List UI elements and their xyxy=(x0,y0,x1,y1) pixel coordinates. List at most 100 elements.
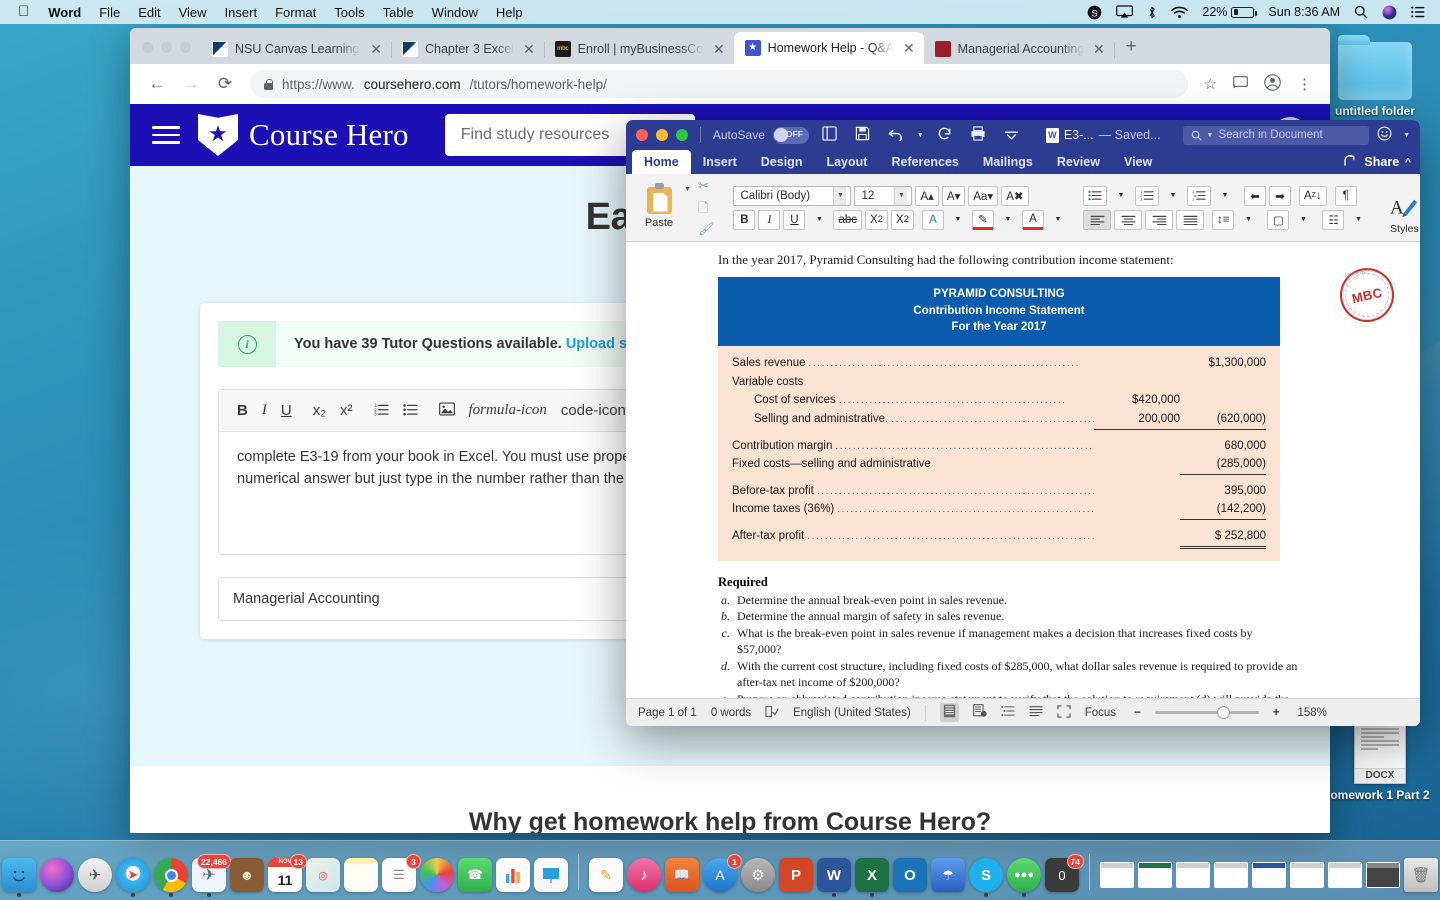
font-name-select[interactable]: Calibri (Body) ▼ xyxy=(733,185,852,206)
superscript-button[interactable]: x² xyxy=(340,402,353,419)
dock-item-calendar[interactable]: NOV 11 13 xyxy=(268,854,307,892)
back-button[interactable]: ← xyxy=(142,69,172,99)
word-count-label[interactable]: 0 words xyxy=(711,707,751,719)
menu-item-edit[interactable]: Edit xyxy=(129,5,169,20)
borders-button[interactable]: ☷ xyxy=(1322,209,1345,230)
share-icon[interactable] xyxy=(1344,154,1358,170)
menu-item-tools[interactable]: Tools xyxy=(325,5,373,20)
focus-mode-icon[interactable] xyxy=(1057,704,1071,721)
minimized-window-8[interactable] xyxy=(1366,862,1400,888)
multilevel-list-button[interactable]: 1a1 xyxy=(1187,185,1211,206)
dock-item-finder[interactable] xyxy=(2,858,36,897)
browser-tab-homework-help[interactable]: Homework Help - Q&A fr ✕ xyxy=(733,32,924,64)
dock-item-messages[interactable]: ●●● xyxy=(1007,858,1041,897)
dock-item-contacts[interactable]: ☻ xyxy=(230,858,264,892)
multilevel-dropdown-icon[interactable]: ▼ xyxy=(1214,186,1236,206)
line-spacing-button[interactable]: ↕≡ xyxy=(1212,209,1235,230)
search-in-document-input[interactable]: ▼ Search in Document xyxy=(1182,125,1370,145)
close-icon[interactable]: ✕ xyxy=(1091,42,1107,56)
dock-item-outlook[interactable]: O xyxy=(893,858,927,892)
tab-insert[interactable]: Insert xyxy=(691,150,749,174)
line-spacing-dropdown-icon[interactable]: ▼ xyxy=(1237,210,1259,230)
profile-icon[interactable] xyxy=(1258,73,1287,95)
spotlight-search-icon[interactable] xyxy=(1347,5,1375,19)
minimized-window-5[interactable] xyxy=(1252,862,1286,888)
outline-view-icon[interactable] xyxy=(1000,705,1015,720)
dock-item-powerpoint[interactable]: P xyxy=(779,858,813,892)
text-effects-button[interactable]: A xyxy=(922,209,944,230)
dock-item-safari[interactable]: ➤ xyxy=(116,858,150,897)
proofing-icon[interactable] xyxy=(765,705,779,721)
zoom-slider[interactable] xyxy=(1154,706,1259,719)
dock-item-system-preferences[interactable]: ⚙ xyxy=(741,858,775,892)
chevron-down-icon[interactable]: ▼ xyxy=(833,186,847,205)
dock-item-reminders[interactable]: ☰ 3 xyxy=(382,854,421,892)
highlight-color-button[interactable]: ✎ xyxy=(972,209,994,230)
font-color-button[interactable]: A xyxy=(1022,209,1044,230)
skype-icon[interactable]: S xyxy=(1080,5,1109,20)
notification-center-icon[interactable] xyxy=(1404,6,1432,18)
browser-tab-mybusinesscourse[interactable]: mbc Enroll | myBusinessCours ✕ xyxy=(544,34,734,64)
dock-item-bluetooth-exchange[interactable]: ☂ xyxy=(931,858,965,892)
cut-scissors-icon[interactable]: ✂ xyxy=(698,177,715,195)
close-window-button[interactable] xyxy=(636,129,648,141)
menu-item-view[interactable]: View xyxy=(170,5,216,20)
zoom-in-button[interactable]: + xyxy=(1273,707,1280,719)
close-icon[interactable]: ✕ xyxy=(521,42,537,56)
align-right-button[interactable] xyxy=(1145,209,1173,230)
bullet-list-button[interactable] xyxy=(1083,185,1107,206)
zoom-level-label[interactable]: 158% xyxy=(1298,707,1327,719)
close-window-button[interactable] xyxy=(142,42,153,53)
underline-button[interactable]: U xyxy=(783,209,806,230)
menu-bar-clock[interactable]: Sun 8:36 AM xyxy=(1261,5,1347,19)
browser-tab-managerial-accounting[interactable]: Managerial Accounting, 8 ✕ xyxy=(924,34,1115,64)
borders-dropdown-icon[interactable]: ▼ xyxy=(1347,210,1369,230)
zoom-out-button[interactable]: − xyxy=(1134,707,1141,719)
dock-item-chrome[interactable] xyxy=(154,858,188,897)
draft-view-icon[interactable] xyxy=(1029,705,1043,720)
dock-item-itunes[interactable]: ♪ xyxy=(627,858,661,892)
shading-button[interactable]: ▢ xyxy=(1267,209,1290,230)
dock-item-excel[interactable]: X xyxy=(855,858,889,897)
decrease-indent-button[interactable]: ⬅ xyxy=(1244,185,1266,206)
forward-button[interactable]: → xyxy=(176,69,206,99)
justify-button[interactable] xyxy=(1176,209,1204,230)
italic-button[interactable]: I xyxy=(262,402,267,419)
coursehero-logo[interactable]: Course Hero xyxy=(198,114,409,156)
menu-item-format[interactable]: Format xyxy=(266,5,325,20)
dock-item-pages[interactable]: ✎ xyxy=(589,858,623,892)
word-document-page[interactable]: Homework MBC In the year 2017, Pyramid C… xyxy=(626,242,1420,698)
close-icon[interactable]: ✕ xyxy=(368,42,384,56)
bold-button[interactable]: B xyxy=(237,402,248,419)
collapse-ribbon-icon[interactable]: ^ xyxy=(1405,157,1411,168)
dock-item-siri[interactable] xyxy=(40,858,74,892)
desktop-icon-homework-docx[interactable]: DOCX omework 1 Part 2 xyxy=(1325,718,1435,803)
dock-item-skype[interactable]: S xyxy=(969,858,1003,897)
battery-status[interactable]: 22% xyxy=(1195,5,1261,19)
customize-toolbar-icon[interactable] xyxy=(999,127,1024,143)
print-layout-view-icon[interactable] xyxy=(939,703,959,722)
print-layout-icon[interactable] xyxy=(817,126,842,144)
search-dropdown-icon[interactable]: ▼ xyxy=(1207,132,1214,139)
apple-menu-icon[interactable]:  xyxy=(8,4,39,21)
bullet-dropdown-icon[interactable]: ▼ xyxy=(1110,186,1132,206)
new-tab-button[interactable]: + xyxy=(1114,37,1149,64)
dock-item-photos[interactable] xyxy=(420,858,454,892)
dock-item-numbers[interactable] xyxy=(496,858,530,892)
word-title-bar[interactable]: AutoSave OFF ▼ E3-... — Saved... xyxy=(626,120,1420,150)
cast-icon[interactable] xyxy=(1227,75,1254,93)
menu-item-window[interactable]: Window xyxy=(423,5,487,20)
numbered-dropdown-icon[interactable]: ▼ xyxy=(1162,186,1184,206)
copy-icon[interactable]: 🗋 xyxy=(698,199,715,217)
language-label[interactable]: English (United States) xyxy=(793,707,911,719)
dock-item-ibooks[interactable]: 📖 xyxy=(665,858,699,892)
styles-button[interactable]: A Styles xyxy=(1389,195,1419,235)
reload-button[interactable]: ⟳ xyxy=(210,69,240,99)
autosave-toggle[interactable]: OFF xyxy=(772,126,809,144)
minimize-window-button[interactable] xyxy=(161,42,172,53)
siri-icon[interactable] xyxy=(1375,5,1404,20)
menu-item-file[interactable]: File xyxy=(90,5,129,20)
desktop-icon-untitled-folder[interactable]: untitled folder xyxy=(1320,35,1430,119)
underline-dropdown-icon[interactable]: ▼ xyxy=(808,210,830,230)
highlight-dropdown-icon[interactable]: ▼ xyxy=(997,210,1019,230)
